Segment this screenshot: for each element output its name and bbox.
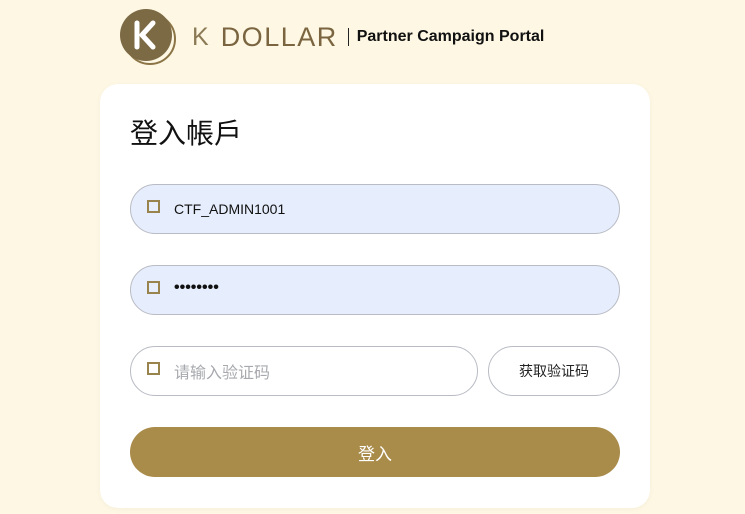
- header-divider: [347, 28, 349, 46]
- password-value[interactable]: ••••••••: [174, 279, 219, 297]
- username-value[interactable]: CTF_ADMIN1001: [174, 201, 285, 217]
- brand-prefix: K: [192, 22, 209, 51]
- get-code-button[interactable]: 获取验证码: [488, 346, 620, 396]
- login-card: 登入帳戶 CTF_ADMIN1001 •••••••• 请输入验证码 获取验证码…: [100, 84, 650, 508]
- brand-logotype: K DOLLAR: [192, 22, 338, 53]
- checkbox-square-icon: [147, 199, 160, 213]
- header: K DOLLAR Partner Campaign Portal: [120, 8, 544, 66]
- captcha-placeholder[interactable]: 请输入验证码: [174, 359, 270, 383]
- username-field[interactable]: CTF_ADMIN1001: [130, 184, 620, 234]
- checkbox-square-icon: [147, 361, 160, 375]
- checkbox-square-icon: [147, 280, 160, 294]
- login-button[interactable]: 登入: [130, 427, 620, 477]
- brand-name: DOLLAR: [220, 21, 338, 52]
- k-coin-logo-icon: [120, 9, 176, 65]
- password-field[interactable]: ••••••••: [130, 265, 620, 315]
- page-title: 登入帳戶: [130, 117, 243, 150]
- captcha-input[interactable]: 请输入验证码: [130, 346, 478, 396]
- portal-title: Partner Campaign Portal: [356, 28, 545, 45]
